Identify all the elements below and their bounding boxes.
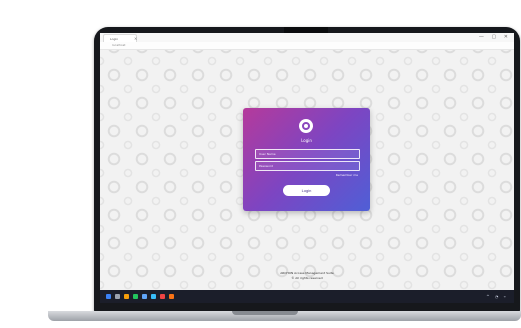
login-button[interactable]: Login <box>283 185 330 196</box>
app-icon[interactable] <box>169 294 174 299</box>
address-bar[interactable]: localhost <box>100 42 514 50</box>
system-tray[interactable]: ^ ◔ ⌁ <box>486 294 508 299</box>
login-card: Login User Name Password Remember me Log… <box>243 108 370 211</box>
start-icon[interactable] <box>106 294 111 299</box>
laptop-screen: Login × — ▢ ✕ localhost Login User Name … <box>100 33 514 303</box>
footer: ARCHON Access Management Suite © All rig… <box>255 271 359 281</box>
footer-line-2: © All rights reserved <box>291 276 323 280</box>
tab-title: Login <box>110 37 119 41</box>
password-placeholder: Password <box>259 164 274 168</box>
chrome-icon[interactable] <box>160 294 165 299</box>
username-input[interactable]: User Name <box>255 149 360 159</box>
laptop-lip <box>232 311 298 315</box>
app-logo-icon <box>299 119 313 133</box>
password-input[interactable]: Password <box>255 161 360 171</box>
login-title: Login <box>301 138 312 143</box>
remember-me-checkbox[interactable]: Remember me <box>336 173 358 177</box>
login-button-label: Login <box>301 188 312 193</box>
taskbar: ^ ◔ ⌁ <box>100 290 514 303</box>
file-explorer-icon[interactable] <box>124 294 129 299</box>
window-controls[interactable]: — ▢ ✕ <box>479 34 511 40</box>
mail-icon[interactable] <box>151 294 156 299</box>
close-icon[interactable]: × <box>134 36 137 41</box>
url-text[interactable]: localhost <box>112 43 125 47</box>
browser-tab[interactable]: Login × <box>103 34 137 42</box>
store-icon[interactable] <box>142 294 147 299</box>
edge-icon[interactable] <box>133 294 138 299</box>
laptop-mockup: Login × — ▢ ✕ localhost Login User Name … <box>0 0 521 328</box>
search-icon[interactable] <box>115 294 120 299</box>
username-placeholder: User Name <box>259 152 276 156</box>
